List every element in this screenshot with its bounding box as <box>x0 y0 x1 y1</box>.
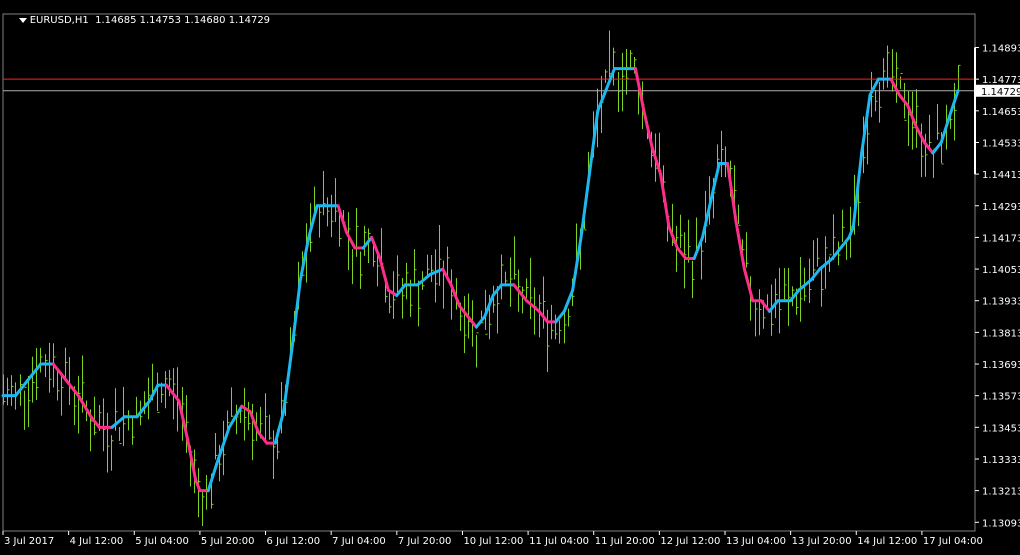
indicator-line <box>1 67 960 493</box>
indicator-segment <box>344 230 357 250</box>
indicator-segment <box>759 299 772 313</box>
chart-header: EURUSD,H1 1.14685 1.14753 1.14680 1.1472… <box>6 4 270 38</box>
x-tick-label: 5 Jul 20:00 <box>201 536 255 547</box>
y-tick-label: 1.13453 <box>982 423 1020 434</box>
indicator-segment <box>474 315 487 329</box>
price-axis: 1.14893 1.14773 1.14653 1.14533 1.14413 1.142… <box>974 43 1020 529</box>
indicator-segment <box>742 267 755 303</box>
indicator-segment <box>809 267 822 282</box>
x-tick-label: 7 Jul 04:00 <box>332 536 386 547</box>
indicator-segment <box>554 309 566 324</box>
indicator-segment <box>206 462 219 493</box>
y-tick-label: 1.14773 <box>982 75 1020 86</box>
indicator-segment <box>512 283 529 303</box>
indicator-segment <box>26 362 43 382</box>
indicator-segment <box>860 93 872 155</box>
indicator-segment <box>298 235 311 282</box>
indicator-segment <box>290 278 302 350</box>
indicator-segment <box>110 415 126 429</box>
indicator-segment <box>525 299 541 313</box>
y-tick-label: 1.14533 <box>982 138 1020 149</box>
indicator-segment <box>931 140 943 155</box>
price-chart: 1.14893 1.14773 1.14653 1.14533 1.14413 1.142… <box>1 13 1020 547</box>
chart-window: 1.14893 1.14773 1.14653 1.14533 1.14413 1.142… <box>0 0 1020 551</box>
indicator-segment <box>709 162 721 202</box>
y-tick-label: 1.14173 <box>982 233 1020 244</box>
indicator-segment <box>378 257 390 292</box>
y-tick-label: 1.14653 <box>982 107 1020 118</box>
y-tick-label: 1.13333 <box>982 455 1020 466</box>
indicator-segment <box>76 394 93 419</box>
indicator-segment <box>282 346 294 414</box>
indicator-segment <box>370 235 382 261</box>
price-levels <box>3 78 975 92</box>
x-tick-label: 13 Jul 20:00 <box>792 536 852 547</box>
x-tick-label: 11 Jul 04:00 <box>529 536 589 547</box>
y-tick-label: 1.14413 <box>982 170 1020 181</box>
x-tick-label: 14 Jul 12:00 <box>857 536 917 547</box>
indicator-segment <box>818 257 834 271</box>
indicator-segment <box>562 288 575 313</box>
indicator-segment <box>416 272 432 287</box>
indicator-segment <box>248 410 261 435</box>
y-tick-label: 1.14293 <box>982 202 1020 213</box>
indicator-segment <box>64 378 80 398</box>
indicator-segment <box>734 220 746 271</box>
indicator-segment <box>51 362 68 382</box>
y-tick-label: 1.14893 <box>982 43 1020 54</box>
indicator-segment <box>847 225 855 239</box>
price-bars <box>3 30 961 527</box>
bid-price-label: 1.14729 <box>981 87 1020 98</box>
indicator-segment <box>148 383 160 403</box>
indicator-segment <box>89 415 101 429</box>
x-tick-label: 3 Jul 2017 <box>4 536 54 547</box>
x-tick-label: 7 Jul 20:00 <box>398 536 452 547</box>
indicator-segment <box>939 114 952 144</box>
indicator-segment <box>839 235 851 250</box>
plot-frame <box>2 13 976 532</box>
indicator-segment <box>768 299 780 313</box>
indicator-segment <box>135 399 152 419</box>
dropdown-triangle-icon[interactable] <box>18 18 27 23</box>
plot-border <box>2 13 976 532</box>
indicator-segment <box>788 288 801 303</box>
x-tick-label: 13 Jul 04:00 <box>726 536 786 547</box>
x-tick-label: 11 Jul 20:00 <box>595 536 655 547</box>
x-tick-label: 4 Jul 12:00 <box>70 536 124 547</box>
y-tick-label: 1.13933 <box>982 297 1020 308</box>
indicator-segment <box>215 425 231 466</box>
y-tick-label: 1.13813 <box>982 328 1020 339</box>
x-tick-label: 12 Jul 12:00 <box>660 536 720 547</box>
x-tick-label: 17 Jul 04:00 <box>923 536 983 547</box>
y-tick-label: 1.14053 <box>982 265 1020 276</box>
indicator-segment <box>914 125 926 144</box>
x-tick-label: 6 Jul 12:00 <box>267 536 321 547</box>
y-tick-label: 1.13093 <box>982 518 1020 529</box>
time-axis: 3 Jul 2017 4 Jul 12:00 5 Jul 04:00 5 Jul 20… <box>2 531 983 547</box>
indicator-segment <box>441 267 453 287</box>
y-tick-label: 1.13693 <box>982 360 1020 371</box>
x-tick-label: 5 Jul 04:00 <box>135 536 189 547</box>
y-tick-label: 1.13573 <box>982 392 1020 403</box>
indicator-segment <box>579 172 591 239</box>
ohlc-label: 1.14685 1.14753 1.14680 1.14729 <box>95 15 271 26</box>
indicator-segment <box>897 93 910 108</box>
indicator-segment <box>642 109 654 150</box>
symbol-label: EURUSD,H1 <box>29 15 89 26</box>
indicator-segment <box>273 410 286 445</box>
x-tick-label: 10 Jul 12:00 <box>463 536 523 547</box>
y-tick-label: 1.13213 <box>982 487 1020 498</box>
indicator-segment <box>948 89 960 118</box>
